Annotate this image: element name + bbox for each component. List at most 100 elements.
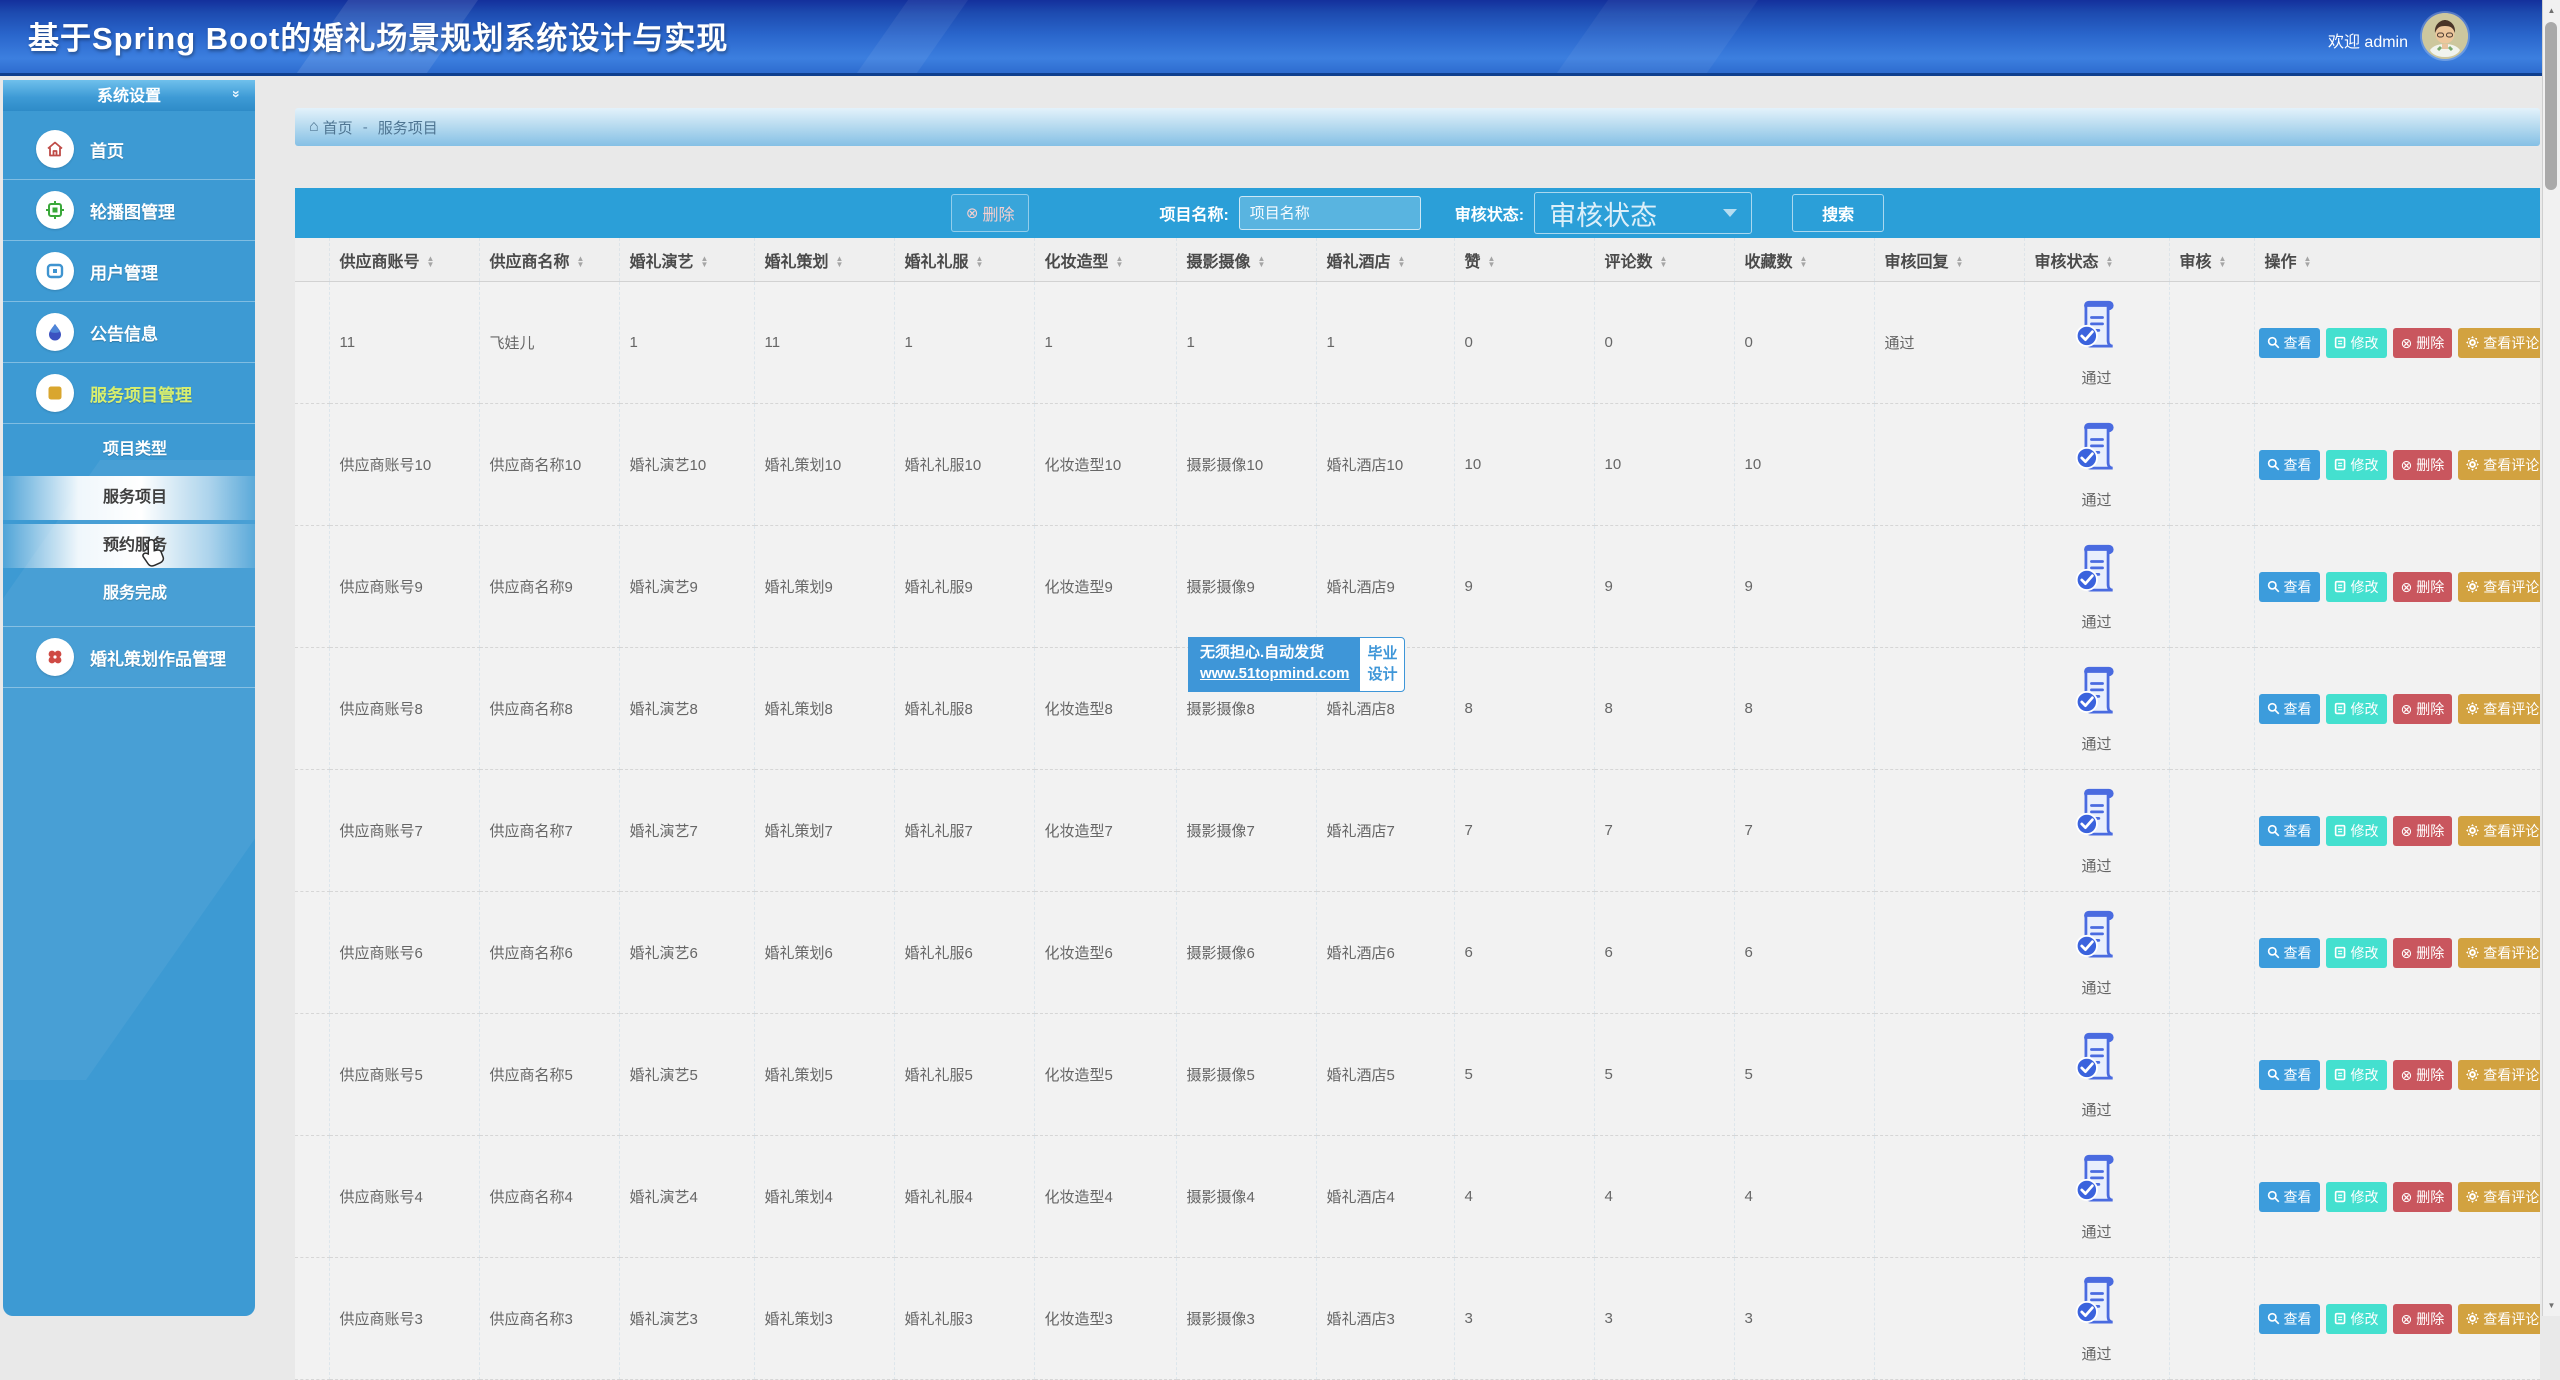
column-header-10[interactable]: 收藏数 ▲ ▼ <box>1734 238 1875 282</box>
project-name-input[interactable] <box>1238 196 1421 230</box>
collapse-icon[interactable]: » <box>229 90 245 98</box>
view-button[interactable]: 查看 <box>2258 571 2320 602</box>
view-comments-button[interactable]: 查看评论 <box>2458 815 2540 846</box>
view-comments-button[interactable]: 查看评论 <box>2458 449 2540 480</box>
edit-button[interactable]: 修改 <box>2325 693 2387 724</box>
edit-button[interactable]: 修改 <box>2325 1181 2387 1212</box>
row-select-cell[interactable] <box>295 1013 330 1136</box>
column-header-5[interactable]: 化妆造型 ▲ ▼ <box>1034 238 1177 282</box>
delete-button[interactable]: ⊗ 删除 <box>2392 815 2453 846</box>
sort-icon[interactable]: ▲ ▼ <box>1398 255 1406 269</box>
delete-button[interactable]: ⊗ 删除 <box>2392 449 2453 480</box>
vertical-scrollbar[interactable]: ▲ ▼ <box>2542 0 2560 1316</box>
column-header-11[interactable]: 审核回复 ▲ ▼ <box>1874 238 2025 282</box>
column-header-2[interactable]: 婚礼演艺 ▲ ▼ <box>619 238 755 282</box>
column-header-8[interactable]: 赞 ▲ ▼ <box>1454 238 1595 282</box>
edit-button[interactable]: 修改 <box>2325 1303 2387 1334</box>
sidebar-item-home[interactable]: 首页 <box>3 119 255 180</box>
view-button[interactable]: 查看 <box>2258 449 2320 480</box>
view-comments-button[interactable]: 查看评论 <box>2458 1059 2540 1090</box>
sort-icon[interactable]: ▲ ▼ <box>836 255 844 269</box>
sort-icon[interactable]: ▲ ▼ <box>1116 255 1124 269</box>
view-button[interactable]: 查看 <box>2258 1181 2320 1212</box>
delete-selected-button[interactable]: ⊗ 删除 <box>950 194 1030 232</box>
sidebar-item-users[interactable]: 用户管理 <box>3 241 255 302</box>
sort-icon[interactable]: ▲ ▼ <box>1956 255 1964 269</box>
delete-button[interactable]: ⊗ 删除 <box>2392 937 2453 968</box>
column-header-0[interactable]: 供应商账号 ▲ ▼ <box>329 238 480 282</box>
view-comments-button[interactable]: 查看评论 <box>2458 1181 2540 1212</box>
edit-button[interactable]: 修改 <box>2325 1059 2387 1090</box>
edit-button[interactable]: 修改 <box>2325 815 2387 846</box>
cell-photography: 摄影摄像4 <box>1176 1135 1317 1258</box>
cell-wedding-performance: 婚礼演艺10 <box>619 403 755 526</box>
watermark-link[interactable]: www.51topmind.com <box>1200 663 1349 684</box>
view-comments-button[interactable]: 查看评论 <box>2458 693 2540 724</box>
sort-icon[interactable]: ▲ ▼ <box>1488 255 1496 269</box>
sort-icon[interactable]: ▲ ▼ <box>577 255 585 269</box>
sidebar-item-service-management[interactable]: 服务项目管理 <box>3 363 255 424</box>
scroll-up-arrow[interactable]: ▲ <box>2543 2 2560 19</box>
sort-icon[interactable]: ▲ ▼ <box>701 255 709 269</box>
sidebar-item-wedding-works[interactable]: 婚礼策划作品管理 <box>3 627 255 688</box>
row-select-cell[interactable] <box>295 525 330 648</box>
column-header-3[interactable]: 婚礼策划 ▲ ▼ <box>754 238 895 282</box>
edit-button[interactable]: 修改 <box>2325 571 2387 602</box>
avatar[interactable] <box>2422 13 2468 59</box>
scroll-down-arrow[interactable]: ▼ <box>2543 1297 2560 1314</box>
delete-button[interactable]: ⊗ 删除 <box>2392 571 2453 602</box>
row-select-cell[interactable] <box>295 769 330 892</box>
view-comments-button[interactable]: 查看评论 <box>2458 937 2540 968</box>
scrollbar-thumb[interactable] <box>2545 22 2557 190</box>
sort-icon[interactable]: ▲ ▼ <box>976 255 984 269</box>
view-comments-button[interactable]: 查看评论 <box>2458 327 2540 358</box>
sort-icon[interactable]: ▲ ▼ <box>427 255 435 269</box>
delete-button[interactable]: ⊗ 删除 <box>2392 1181 2453 1212</box>
sort-icon[interactable]: ▲ ▼ <box>1660 255 1668 269</box>
search-button[interactable]: 搜索 <box>1792 194 1885 232</box>
delete-button[interactable]: ⊗ 删除 <box>2392 1303 2453 1334</box>
delete-button[interactable]: ⊗ 删除 <box>2392 693 2453 724</box>
row-select-cell[interactable] <box>295 891 330 1014</box>
view-button[interactable]: 查看 <box>2258 1303 2320 1334</box>
view-comments-button[interactable]: 查看评论 <box>2458 571 2540 602</box>
edit-icon <box>2334 824 2345 837</box>
breadcrumb-home[interactable]: 首页 <box>323 117 353 138</box>
column-header-12[interactable]: 审核状态 ▲ ▼ <box>2024 238 2170 282</box>
delete-button[interactable]: ⊗ 删除 <box>2392 327 2453 358</box>
sort-icon[interactable]: ▲ ▼ <box>2219 255 2227 269</box>
cell-wedding-performance: 婚礼演艺8 <box>619 647 755 770</box>
sort-icon[interactable]: ▲ ▼ <box>1800 255 1808 269</box>
row-select-cell[interactable] <box>295 1135 330 1258</box>
row-select-cell[interactable] <box>295 647 330 770</box>
edit-button[interactable]: 修改 <box>2325 327 2387 358</box>
view-button[interactable]: 查看 <box>2258 937 2320 968</box>
column-header-9[interactable]: 评论数 ▲ ▼ <box>1594 238 1735 282</box>
column-header-1[interactable]: 供应商名称 ▲ ▼ <box>479 238 620 282</box>
view-button[interactable]: 查看 <box>2258 327 2320 358</box>
sort-icon[interactable]: ▲ ▼ <box>2106 255 2114 269</box>
column-header-7[interactable]: 婚礼酒店 ▲ ▼ <box>1316 238 1455 282</box>
column-header-4[interactable]: 婚礼礼服 ▲ ▼ <box>894 238 1035 282</box>
cell-photography: 摄影摄像7 <box>1176 769 1317 892</box>
column-header-6[interactable]: 摄影摄像 ▲ ▼ <box>1176 238 1317 282</box>
edit-button[interactable]: 修改 <box>2325 449 2387 480</box>
column-header-13[interactable]: 审核 ▲ ▼ <box>2169 238 2255 282</box>
view-button[interactable]: 查看 <box>2258 693 2320 724</box>
sidebar-item-announcements[interactable]: 公告信息 <box>3 302 255 363</box>
sort-icon[interactable]: ▲ ▼ <box>2304 255 2312 269</box>
sidebar-item-carousel[interactable]: 轮播图管理 <box>3 180 255 241</box>
row-select-cell[interactable] <box>295 403 330 526</box>
cell-audit-status: 通过 <box>2024 281 2170 404</box>
row-select-cell[interactable] <box>295 1257 330 1380</box>
audit-status-select[interactable]: 审核状态 <box>1534 192 1753 234</box>
edit-button[interactable]: 修改 <box>2325 937 2387 968</box>
view-comments-button[interactable]: 查看评论 <box>2458 1303 2540 1334</box>
row-select-cell[interactable] <box>295 281 330 404</box>
delete-button[interactable]: ⊗ 删除 <box>2392 1059 2453 1090</box>
view-button[interactable]: 查看 <box>2258 1059 2320 1090</box>
sidebar-section-header[interactable]: 系统设置 » <box>3 80 255 111</box>
sort-icon[interactable]: ▲ ▼ <box>1258 255 1266 269</box>
column-header-14[interactable]: 操作 ▲ ▼ <box>2254 238 2540 282</box>
view-button[interactable]: 查看 <box>2258 815 2320 846</box>
